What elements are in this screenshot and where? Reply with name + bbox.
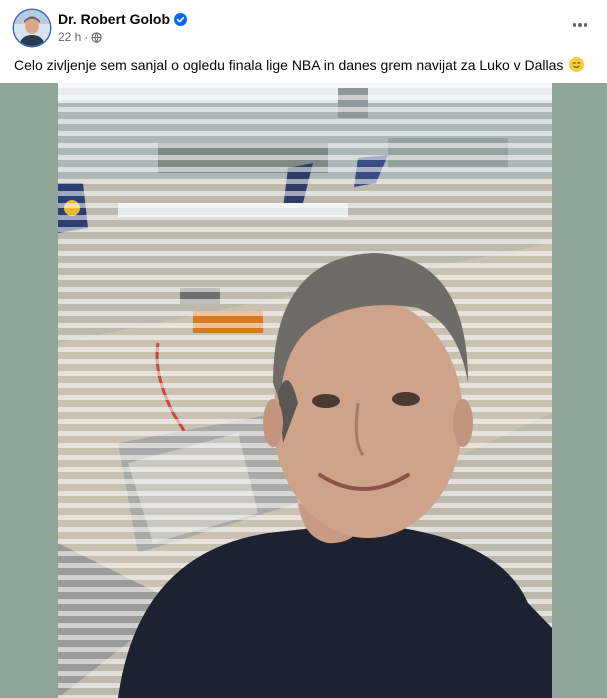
author-name[interactable]: Dr. Robert Golob bbox=[58, 11, 187, 27]
meta-separator: · bbox=[84, 30, 89, 44]
post-timestamp[interactable]: 22 h bbox=[58, 30, 81, 44]
author-name-text[interactable]: Dr. Robert Golob bbox=[58, 11, 170, 27]
post-meta: 22 h · bbox=[58, 30, 102, 44]
post-caption-text: Celo zivljenje sem sanjal o ogledu final… bbox=[14, 57, 564, 73]
facebook-post: Dr. Robert Golob 22 h · Celo zivljenje s… bbox=[0, 0, 607, 698]
post-header: Dr. Robert Golob 22 h · bbox=[0, 0, 607, 48]
post-caption: Celo zivljenje sem sanjal o ogledu final… bbox=[14, 56, 594, 74]
post-media[interactable] bbox=[0, 83, 607, 698]
more-options-icon[interactable] bbox=[569, 14, 591, 36]
smiling-emoji-icon bbox=[569, 57, 585, 72]
author-avatar[interactable] bbox=[14, 10, 50, 46]
globe-icon[interactable] bbox=[91, 31, 102, 43]
post-photo[interactable] bbox=[58, 83, 552, 698]
verified-badge-icon bbox=[174, 12, 187, 26]
